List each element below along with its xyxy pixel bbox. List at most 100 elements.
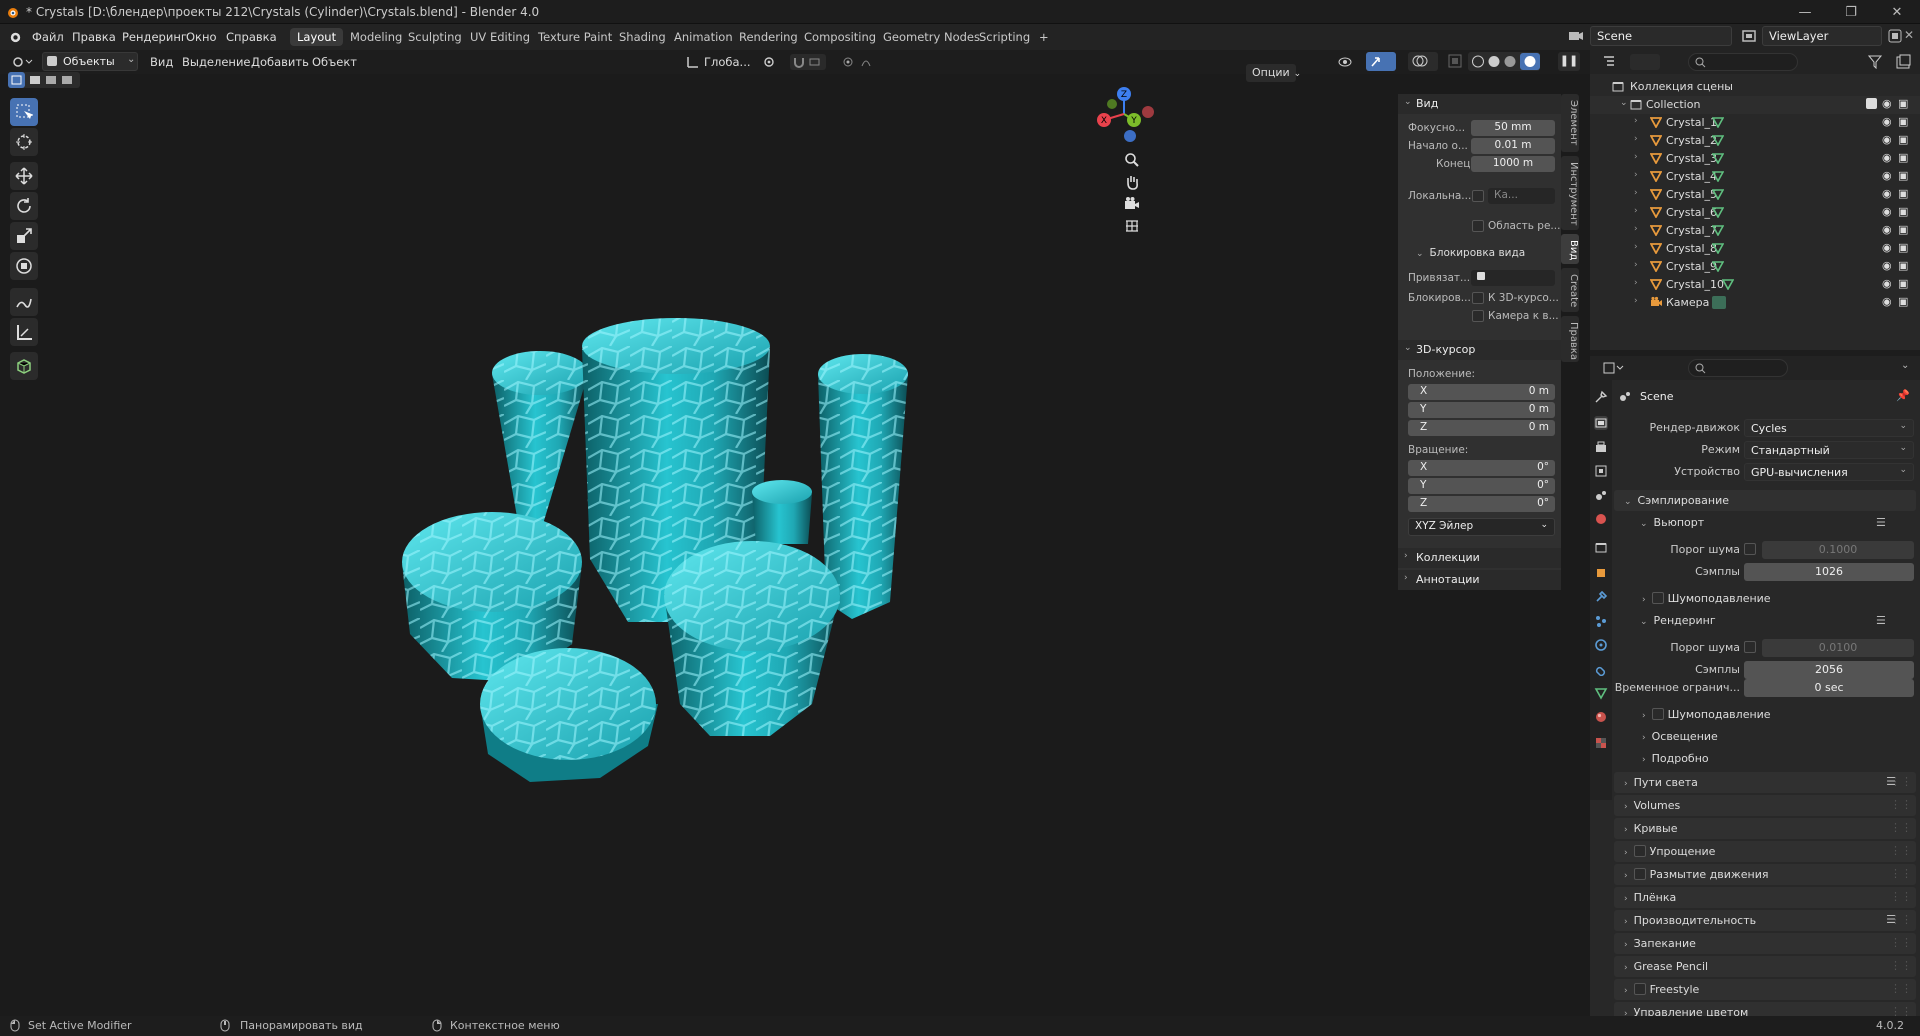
render-tab-icon[interactable]: [1594, 416, 1608, 430]
eye-icon[interactable]: ◉: [1882, 151, 1892, 164]
eye-icon[interactable]: ◉: [1882, 259, 1892, 272]
outliner-object-row[interactable]: › Crystal_4 ◉ ▣: [1590, 168, 1920, 186]
mesh-data-icon[interactable]: [1722, 278, 1734, 290]
menu-edit[interactable]: Правка: [66, 28, 122, 46]
mesh-data-icon[interactable]: [1712, 260, 1724, 272]
chevron-right-icon[interactable]: ›: [1634, 278, 1638, 288]
lights-subsection[interactable]: › Освещение: [1642, 730, 1718, 743]
section-checkbox[interactable]: [1633, 983, 1646, 995]
add-cube-tool[interactable]: [10, 352, 38, 380]
viewport-denoise-subsection[interactable]: › Шумоподавление: [1642, 592, 1771, 605]
tab-uv-editing[interactable]: UV Editing: [463, 28, 537, 46]
properties-search-input[interactable]: [1688, 359, 1788, 377]
render-region-checkbox[interactable]: [1472, 220, 1484, 232]
cursor-location-x[interactable]: X 0 m: [1408, 384, 1555, 400]
eye-icon[interactable]: ◉: [1882, 97, 1892, 110]
eye-icon[interactable]: ◉: [1882, 133, 1892, 146]
select-mode-buttons[interactable]: [8, 72, 80, 88]
drag-handle-icon[interactable]: ⋮⋮: [1890, 798, 1912, 811]
camera-render-icon[interactable]: ▣: [1898, 133, 1908, 146]
section-checkbox[interactable]: [1633, 868, 1646, 880]
menu-object[interactable]: Объект: [312, 55, 357, 69]
display-mode-button[interactable]: [1630, 54, 1660, 70]
clip-end-field[interactable]: 1000 m: [1471, 156, 1555, 172]
local-camera-checkbox[interactable]: [1472, 190, 1484, 202]
chevron-right-icon[interactable]: ›: [1634, 260, 1638, 270]
tab-view[interactable]: Вид: [1561, 234, 1579, 264]
view-lock-header[interactable]: ⌄ Блокировка вида: [1416, 247, 1525, 259]
particles-tab-icon[interactable]: [1594, 614, 1608, 628]
camera-render-icon[interactable]: ▣: [1898, 115, 1908, 128]
section-5[interactable]: › Плёнка ⋮⋮: [1614, 887, 1916, 908]
pin-icon[interactable]: 📌: [1896, 389, 1910, 402]
mesh-data-icon[interactable]: [1712, 170, 1724, 182]
camera-render-icon[interactable]: ▣: [1898, 223, 1908, 236]
list-icon[interactable]: ☰: [1876, 614, 1886, 627]
camera-data-icon[interactable]: [1712, 296, 1726, 309]
section-0[interactable]: › Пути света ☰ ⋮⋮: [1614, 772, 1916, 793]
viewport-noise-field[interactable]: 0.1000: [1762, 541, 1914, 559]
render-samples-field[interactable]: 2056: [1744, 661, 1914, 679]
advanced-subsection[interactable]: › Подробно: [1642, 752, 1709, 765]
drag-handle-icon[interactable]: ⋮⋮: [1890, 959, 1912, 972]
physics-tab-icon[interactable]: [1594, 638, 1608, 652]
object-tab-icon[interactable]: [1594, 566, 1608, 580]
zoom-icon[interactable]: [1124, 152, 1140, 168]
camera-render-icon[interactable]: ▣: [1898, 187, 1908, 200]
shading-modes[interactable]: [1468, 52, 1540, 71]
menu-file[interactable]: Файл: [26, 28, 70, 46]
menu-select[interactable]: Выделение: [182, 55, 251, 69]
overlays-toggle[interactable]: [1408, 52, 1438, 71]
camera-render-icon[interactable]: ▣: [1898, 169, 1908, 182]
chevron-right-icon[interactable]: ›: [1634, 170, 1638, 180]
tool-tab-icon[interactable]: [1594, 390, 1608, 404]
rotation-mode-dropdown[interactable]: XYZ Эйлер ⌄: [1408, 518, 1555, 536]
xray-toggle[interactable]: [1447, 53, 1463, 69]
tab-modeling[interactable]: Modeling: [343, 28, 409, 46]
pan-hand-icon[interactable]: [1124, 174, 1140, 190]
eye-icon[interactable]: ◉: [1882, 169, 1892, 182]
clip-start-field[interactable]: 0.01 m: [1471, 138, 1555, 154]
render-noise-checkbox[interactable]: [1744, 641, 1756, 653]
section-1[interactable]: › Volumes ⋮⋮: [1614, 795, 1916, 816]
texture-tab-icon[interactable]: [1594, 736, 1608, 750]
maximize-button[interactable]: ❐: [1828, 0, 1874, 24]
outliner-object-row[interactable]: › Камера ◉ ▣: [1590, 294, 1920, 312]
modifier-tab-icon[interactable]: [1594, 590, 1608, 604]
exclude-checkbox[interactable]: [1866, 98, 1877, 109]
chevron-right-icon[interactable]: ›: [1634, 188, 1638, 198]
tab-create[interactable]: Create: [1561, 268, 1579, 312]
chevron-down-icon[interactable]: ⌄: [1901, 360, 1909, 371]
chevron-right-icon[interactable]: ›: [1634, 206, 1638, 216]
mesh-data-icon[interactable]: [1712, 152, 1724, 164]
camera-render-icon[interactable]: ▣: [1898, 295, 1908, 308]
outliner-object-row[interactable]: › Crystal_6 ◉ ▣: [1590, 204, 1920, 222]
cursor-panel-header[interactable]: ⌄ 3D-курсор: [1398, 340, 1561, 360]
scene-selector[interactable]: Scene: [1590, 26, 1732, 46]
section-4[interactable]: › Размытие движения ⋮⋮: [1614, 864, 1916, 885]
menu-view[interactable]: Вид: [150, 55, 173, 69]
cursor-location-y[interactable]: Y 0 m: [1408, 402, 1555, 418]
lock-to-cursor-checkbox[interactable]: [1472, 292, 1484, 304]
outliner-object-row[interactable]: › Crystal_7 ◉ ▣: [1590, 222, 1920, 240]
cursor-location-z[interactable]: Z 0 m: [1408, 420, 1555, 436]
lock-object-field[interactable]: [1471, 270, 1555, 286]
scale-tool[interactable]: [10, 222, 38, 250]
rotate-tool[interactable]: [10, 192, 38, 220]
outliner-object-row[interactable]: › Crystal_5 ◉ ▣: [1590, 186, 1920, 204]
drag-handle-icon[interactable]: ⋮⋮: [1890, 913, 1912, 926]
tab-tool[interactable]: Инструмент: [1561, 156, 1579, 230]
view-panel-header[interactable]: ⌄ Вид: [1398, 94, 1561, 114]
perspective-grid-icon[interactable]: [1124, 218, 1140, 234]
cursor-rotation-y[interactable]: Y 0°: [1408, 478, 1555, 494]
render-subsection[interactable]: ⌄ Рендеринг: [1640, 614, 1716, 627]
3d-viewport[interactable]: Z Y X Опции ⌄: [0, 64, 1590, 1016]
sampling-section[interactable]: ⌄ Сэмплирование: [1614, 490, 1916, 511]
mesh-data-icon[interactable]: [1712, 206, 1724, 218]
render-denoise-subsection[interactable]: › Шумоподавление: [1642, 708, 1771, 721]
orientation-selector[interactable]: Глоба...: [704, 55, 751, 69]
outliner-scene-collection[interactable]: Коллекция сцены: [1590, 78, 1920, 96]
outliner-object-row[interactable]: › Crystal_10 ◉ ▣: [1590, 276, 1920, 294]
viewport-subsection[interactable]: ⌄ Вьюпорт: [1640, 516, 1704, 529]
menu-add[interactable]: Добавить: [251, 55, 309, 69]
